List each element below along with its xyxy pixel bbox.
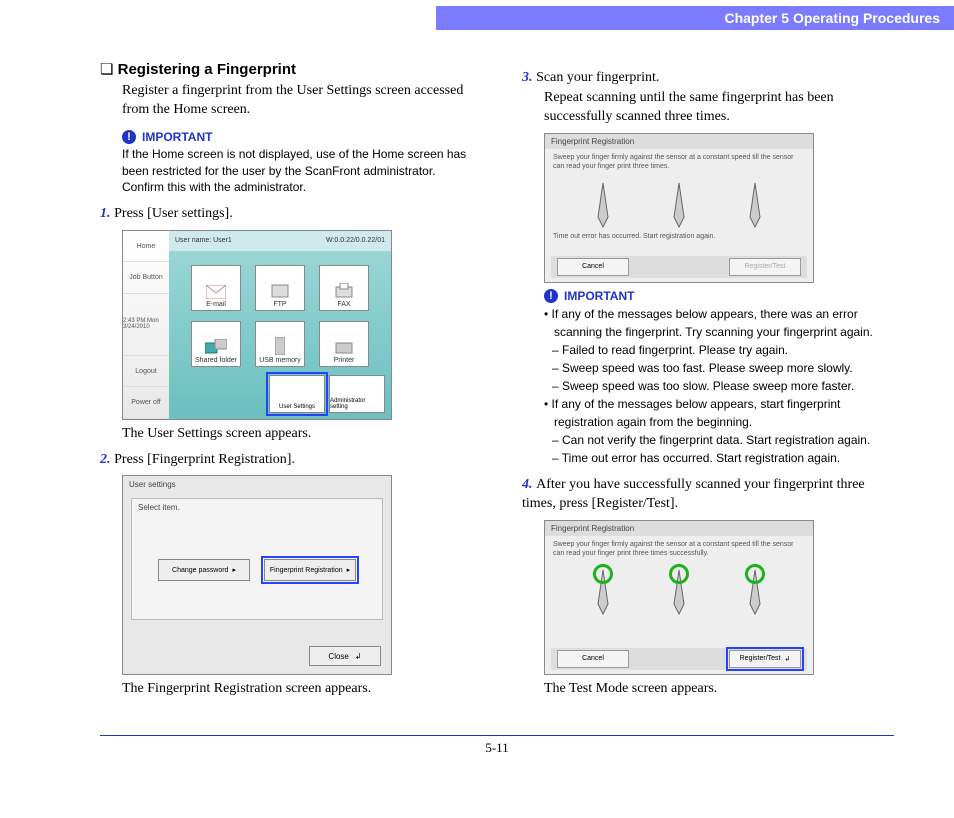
user-settings-button[interactable]: User Settings bbox=[269, 375, 325, 413]
home-main: User name: User1 W:0.0.22/0.0.22/01 E-ma… bbox=[169, 231, 391, 419]
step-number: 2. bbox=[100, 452, 111, 467]
left-column: Registering a Fingerprint Register a fin… bbox=[100, 60, 472, 705]
dialog-sub: Select item. bbox=[132, 499, 382, 516]
change-password-button[interactable]: Change password▸ bbox=[158, 559, 250, 581]
admin-setting-button[interactable]: Administrator setting bbox=[329, 375, 385, 413]
home-sidebar: Home Job Button 2:43 PM Mon 3/24/2010 Lo… bbox=[123, 231, 170, 419]
section-title: Registering a Fingerprint bbox=[100, 60, 472, 78]
icons-row-1: E-mail FTP FAX bbox=[169, 265, 391, 311]
sidebar-job: Job Button bbox=[123, 262, 169, 294]
screenshot-fp-scan: Fingerprint Registration Sweep your fing… bbox=[544, 133, 814, 283]
sidebar-power: Power off bbox=[123, 387, 169, 419]
sidebar-logout: Logout bbox=[123, 356, 169, 388]
dialog-msg: Sweep your finger firmly against the sen… bbox=[545, 536, 813, 562]
printer-icon: Printer bbox=[319, 321, 369, 367]
step-text: After you have successfully scanned your… bbox=[522, 477, 865, 512]
dialog-title: User settings bbox=[123, 476, 391, 493]
pen-icon bbox=[740, 181, 770, 229]
right-column: 3. Scan your fingerprint. Repeat scannin… bbox=[522, 60, 894, 705]
shared-folder-icon: Shared folder bbox=[191, 321, 241, 367]
home-topbar: User name: User1 W:0.0.22/0.0.22/01 bbox=[169, 231, 391, 251]
exclamation-icon: ! bbox=[544, 289, 558, 303]
email-icon: E-mail bbox=[191, 265, 241, 311]
dialog-title: Fingerprint Registration bbox=[545, 134, 813, 149]
step-text: Press [User settings]. bbox=[114, 206, 233, 221]
error-bullets: • If any of the messages below appears, … bbox=[544, 305, 894, 467]
important-note: If the Home screen is not displayed, use… bbox=[122, 146, 472, 196]
step-3: 3. Scan your fingerprint. Repeat scannin… bbox=[522, 68, 894, 127]
step-1: 1. Press [User settings]. bbox=[100, 204, 472, 224]
chapter-header: Chapter 5 Operating Procedures bbox=[436, 6, 954, 30]
step-number: 1. bbox=[100, 206, 111, 221]
important-label: IMPORTANT bbox=[142, 130, 212, 144]
error-text: Time out error has occurred. Start regis… bbox=[545, 231, 813, 242]
step-4: 4. After you have successfully scanned y… bbox=[522, 475, 894, 514]
register-test-button[interactable]: Register/Test bbox=[729, 258, 801, 276]
step-text: Press [Fingerprint Registration]. bbox=[114, 452, 295, 467]
step4-caption: The Test Mode screen appears. bbox=[544, 681, 894, 697]
step3-body: Repeat scanning until the same fingerpri… bbox=[544, 88, 894, 127]
step1-caption: The User Settings screen appears. bbox=[122, 426, 472, 442]
important-callout-2: ! IMPORTANT bbox=[544, 289, 894, 303]
screenshot-fp-success: Fingerprint Registration Sweep your fing… bbox=[544, 520, 814, 675]
step-text: Scan your fingerprint. bbox=[536, 70, 659, 85]
cancel-button[interactable]: Cancel bbox=[557, 258, 629, 276]
important-callout: ! IMPORTANT bbox=[122, 130, 472, 144]
icons-row-2: Shared folder USB memory Printer bbox=[169, 321, 391, 367]
step-number: 3. bbox=[522, 70, 533, 85]
fingerprint-registration-button[interactable]: Fingerprint Registration▸ bbox=[264, 559, 356, 581]
fax-icon: FAX bbox=[319, 265, 369, 311]
screenshot-home: Home Job Button 2:43 PM Mon 3/24/2010 Lo… bbox=[122, 230, 392, 420]
usb-icon: USB memory bbox=[255, 321, 305, 367]
pen-icon bbox=[664, 181, 694, 229]
important-label: IMPORTANT bbox=[564, 289, 634, 303]
topbar-ver: W:0.0.22/0.0.22/01 bbox=[326, 237, 385, 244]
register-test-button[interactable]: Register/Test↲ bbox=[729, 650, 801, 668]
step-number: 4. bbox=[522, 477, 533, 492]
pen-icon bbox=[588, 181, 618, 229]
sidebar-time: 2:43 PM Mon 3/24/2010 bbox=[123, 294, 169, 356]
exclamation-icon: ! bbox=[122, 130, 136, 144]
pen-row bbox=[545, 175, 813, 231]
dialog-title: Fingerprint Registration bbox=[545, 521, 813, 536]
ftp-icon: FTP bbox=[255, 265, 305, 311]
step-2: 2. Press [Fingerprint Registration]. bbox=[100, 450, 472, 470]
sidebar-home: Home bbox=[123, 231, 169, 263]
cancel-button[interactable]: Cancel bbox=[557, 650, 629, 668]
close-button[interactable]: Close↲ bbox=[309, 646, 381, 666]
dialog-msg: Sweep your finger firmly against the sen… bbox=[545, 149, 813, 175]
page-footer: 5-11 bbox=[100, 735, 894, 776]
section-intro: Register a fingerprint from the User Set… bbox=[122, 82, 472, 120]
topbar-user: User name: User1 bbox=[175, 237, 232, 244]
step2-caption: The Fingerprint Registration screen appe… bbox=[122, 681, 472, 697]
screenshot-usersettings: User settings Select item. Change passwo… bbox=[122, 475, 392, 675]
pen-row-success bbox=[545, 562, 813, 621]
